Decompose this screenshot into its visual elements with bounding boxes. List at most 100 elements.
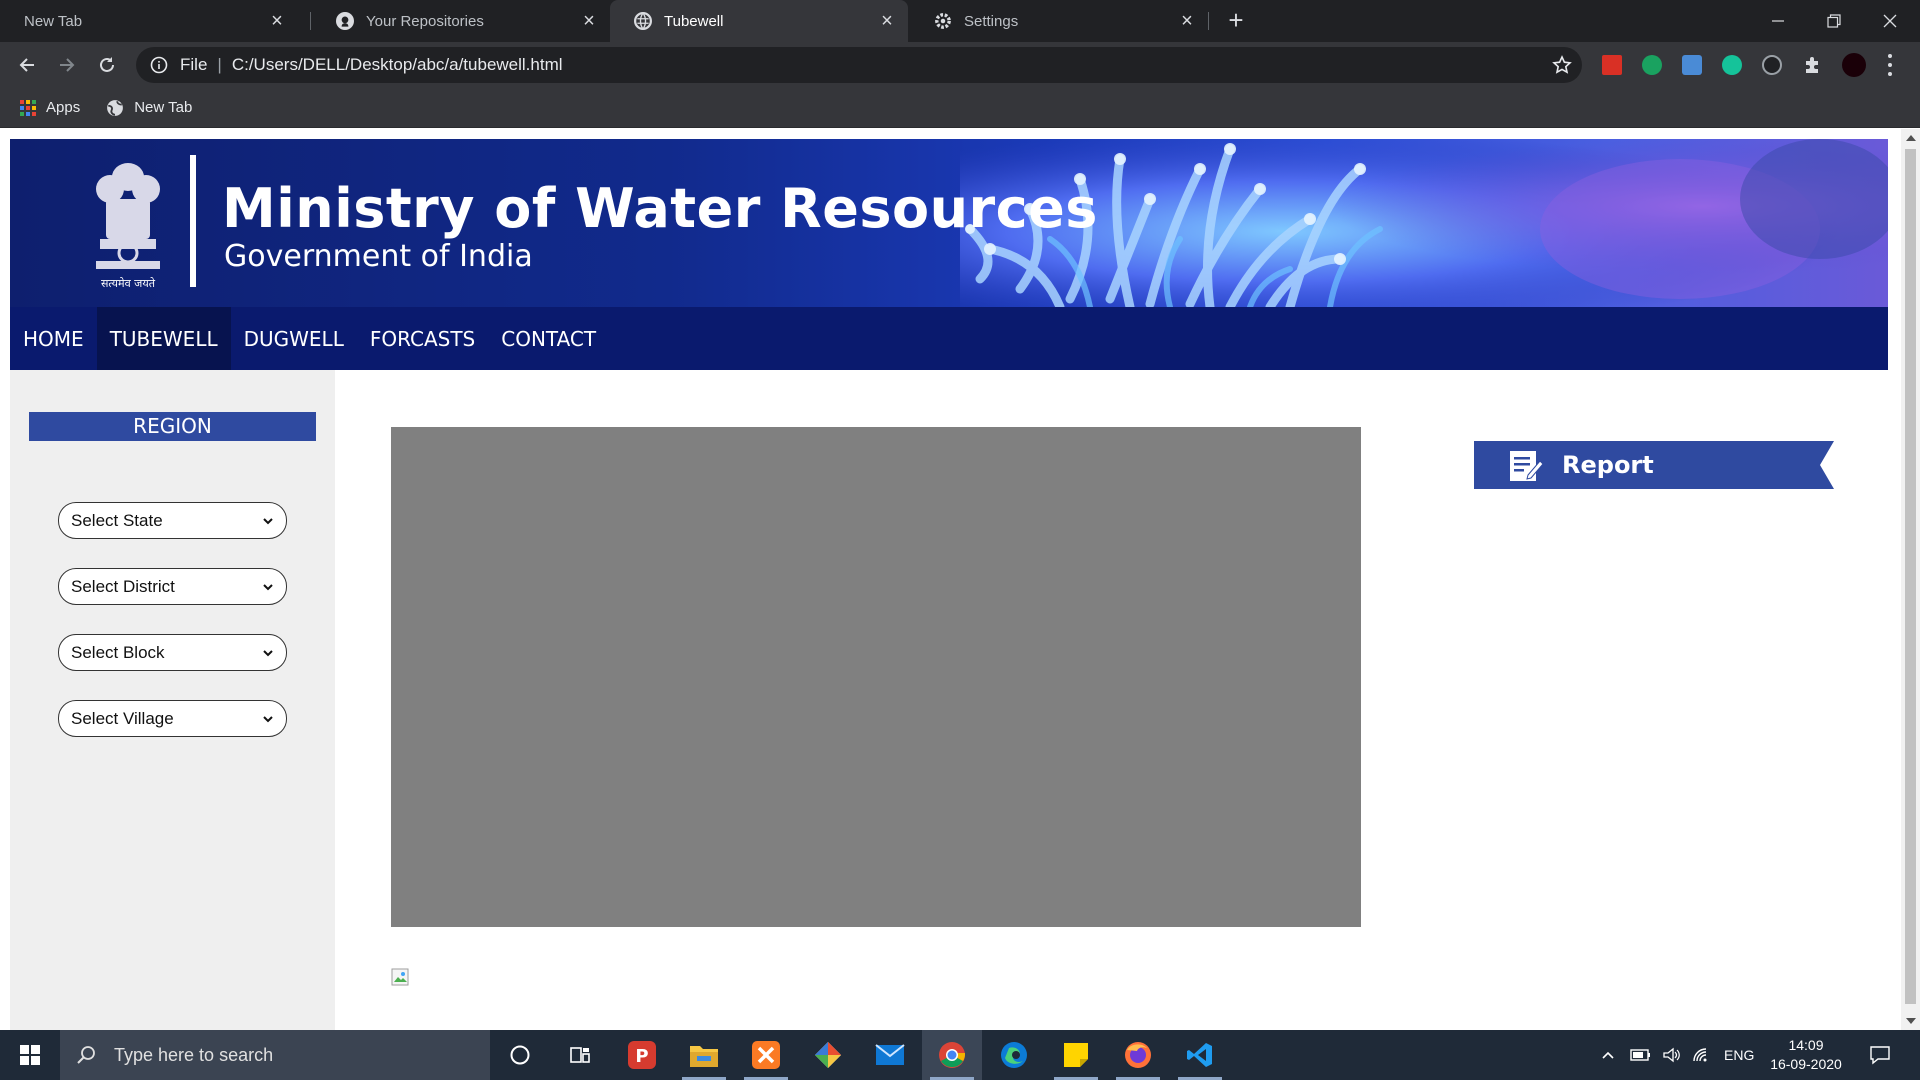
browser-tab-strip: New Tab × Your Repositories × Tubewell ×…: [0, 0, 1920, 42]
scroll-down-arrow-icon[interactable]: [1906, 1018, 1916, 1024]
page-scrollbar[interactable]: [1901, 129, 1920, 1030]
git-diamond-icon: [815, 1042, 841, 1068]
broken-image-icon: [391, 968, 409, 986]
system-tray: ENG: [1600, 1030, 1754, 1080]
chevron-down-icon: [263, 715, 273, 722]
extension-grammarly-icon[interactable]: [1722, 55, 1742, 75]
select-value: Select District: [71, 576, 175, 596]
browser-toolbar: File | C:/Users/DELL/Desktop/abc/a/tubew…: [0, 42, 1920, 88]
tab-new-tab[interactable]: New Tab ×: [0, 0, 298, 42]
block-select[interactable]: Select Block: [58, 634, 287, 671]
volume-icon[interactable]: [1662, 1047, 1682, 1063]
cortana-circle-icon: [510, 1045, 530, 1065]
tab-title: Settings: [964, 12, 1019, 30]
taskbar-chrome[interactable]: [922, 1030, 982, 1080]
address-divider: |: [217, 55, 222, 74]
arrow-right-icon: [60, 58, 75, 72]
national-emblem-logo: सत्यमेव जयते: [96, 163, 160, 290]
district-select[interactable]: Select District: [58, 568, 287, 605]
report-button[interactable]: Report: [1474, 441, 1834, 489]
site-banner: सत्यमेव जयते Ministry of Water Resources…: [10, 139, 1888, 307]
scroll-thumb[interactable]: [1905, 149, 1916, 1004]
coral-image: [960, 139, 1888, 307]
bookmark-new-tab[interactable]: New Tab: [106, 99, 192, 117]
bookmark-label: New Tab: [134, 99, 193, 116]
back-button[interactable]: [12, 50, 42, 80]
taskbar-vscode[interactable]: [1170, 1030, 1230, 1080]
extension-circle-icon[interactable]: [1762, 55, 1782, 75]
taskbar-search-box[interactable]: Type here to search: [60, 1030, 490, 1080]
close-tab-icon[interactable]: ×: [1178, 11, 1196, 31]
select-value: Select State: [71, 510, 163, 530]
chrome-menu-icon[interactable]: [1886, 54, 1894, 76]
nav-home[interactable]: HOME: [10, 307, 97, 370]
taskbar-clock[interactable]: 14:09 16-09-2020: [1766, 1036, 1846, 1074]
taskbar-git[interactable]: [798, 1030, 858, 1080]
bookmarks-bar: Apps New Tab: [0, 88, 1920, 128]
tab-settings[interactable]: Settings ×: [910, 0, 1208, 42]
taskbar-edge[interactable]: [984, 1030, 1044, 1080]
restore-button[interactable]: [1806, 0, 1862, 42]
tab-title: New Tab: [24, 12, 83, 30]
extension-puzzle-blue-icon[interactable]: [1682, 55, 1702, 75]
nav-dugwell[interactable]: DUGWELL: [231, 307, 357, 370]
close-tab-icon[interactable]: ×: [268, 11, 286, 31]
tab-tubewell[interactable]: Tubewell ×: [610, 0, 908, 42]
globe-icon: [107, 99, 124, 116]
close-window-button[interactable]: [1862, 0, 1918, 42]
extension-toggl-icon[interactable]: [1642, 55, 1662, 75]
chevron-down-icon: [263, 517, 273, 524]
map-placeholder: [391, 427, 1361, 927]
scroll-up-arrow-icon[interactable]: [1906, 135, 1916, 141]
task-view-button[interactable]: [550, 1030, 610, 1080]
wifi-icon[interactable]: [1692, 1047, 1712, 1063]
close-icon: [1883, 14, 1897, 28]
windows-logo-icon: [20, 1045, 40, 1065]
extension-bookmark-icon[interactable]: [1602, 55, 1622, 75]
taskbar-file-explorer[interactable]: [674, 1030, 734, 1080]
site-subtitle: Government of India: [224, 239, 533, 274]
minimize-button[interactable]: [1750, 0, 1806, 42]
apps-grid-icon: [20, 99, 36, 116]
close-tab-icon[interactable]: ×: [580, 11, 598, 31]
tab-your-repositories[interactable]: Your Repositories ×: [312, 0, 610, 42]
tab-title: Tubewell: [664, 12, 724, 30]
taskbar-xampp[interactable]: [736, 1030, 796, 1080]
state-select[interactable]: Select State: [58, 502, 287, 539]
search-placeholder: Type here to search: [114, 1044, 274, 1065]
cortana-button[interactable]: [490, 1030, 550, 1080]
reload-icon: [100, 57, 114, 72]
language-indicator[interactable]: ENG: [1724, 1047, 1754, 1063]
taskbar-app-p[interactable]: P: [612, 1030, 672, 1080]
select-value: Select Village: [71, 708, 174, 728]
extensions-puzzle-icon[interactable]: [1802, 55, 1822, 75]
task-view-icon: [570, 1047, 590, 1063]
profile-avatar[interactable]: [1842, 53, 1866, 77]
restore-icon: [1827, 14, 1841, 28]
nav-contact[interactable]: CONTACT: [488, 307, 609, 370]
address-bar[interactable]: File | C:/Users/DELL/Desktop/abc/a/tubew…: [136, 47, 1582, 83]
taskbar-mail[interactable]: [860, 1030, 920, 1080]
new-tab-button[interactable]: +: [1222, 7, 1250, 35]
nav-forcasts[interactable]: FORCASTS: [357, 307, 488, 370]
chevron-up-icon[interactable]: [1600, 1047, 1616, 1063]
action-center-button[interactable]: [1852, 1030, 1908, 1080]
scheme-label: File: [180, 55, 208, 74]
firefox-icon: [1125, 1042, 1151, 1068]
bookmark-star-icon[interactable]: [1552, 55, 1572, 75]
start-button[interactable]: [0, 1030, 60, 1080]
reload-button[interactable]: [92, 50, 122, 80]
url-text[interactable]: C:/Users/DELL/Desktop/abc/a/tubewell.htm…: [232, 55, 563, 75]
folder-icon: [690, 1046, 718, 1067]
forward-button[interactable]: [52, 50, 82, 80]
taskbar-sticky-notes[interactable]: [1046, 1030, 1106, 1080]
bookmark-apps[interactable]: Apps: [20, 99, 80, 116]
village-select[interactable]: Select Village: [58, 700, 287, 737]
nav-tubewell[interactable]: TUBEWELL: [96, 307, 231, 370]
info-icon[interactable]: [150, 56, 168, 74]
battery-icon[interactable]: [1630, 1047, 1652, 1063]
close-tab-icon[interactable]: ×: [878, 11, 896, 31]
region-sidebar: REGION Select State Select District Sele…: [10, 370, 335, 1030]
taskbar-firefox[interactable]: [1108, 1030, 1168, 1080]
sticky-notes-icon: [1064, 1043, 1088, 1067]
